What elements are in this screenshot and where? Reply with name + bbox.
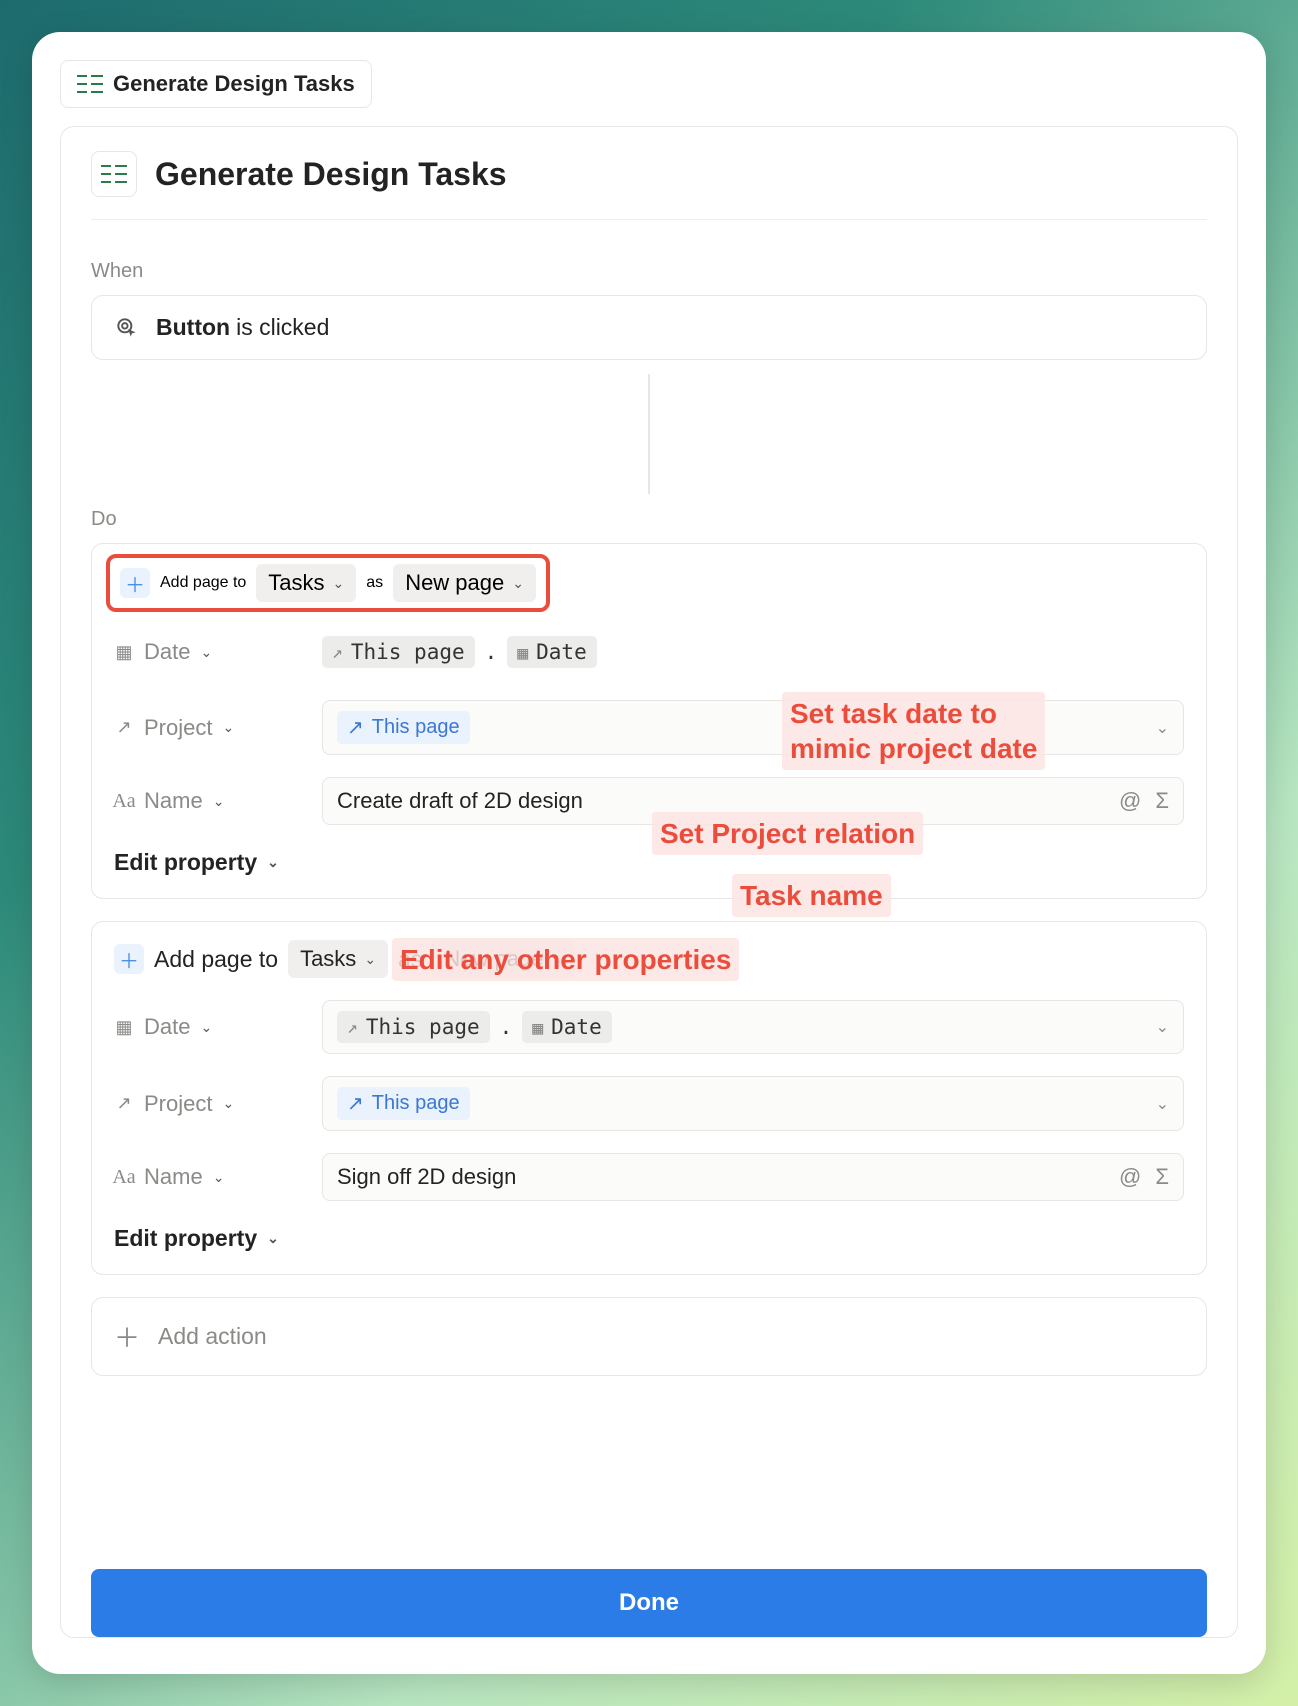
calendar-icon — [114, 642, 134, 663]
plus-icon: ＋ — [114, 1318, 140, 1355]
token-this-page: ↗ This page — [337, 1011, 490, 1043]
main-card: Generate Design Tasks When Buttonis clic… — [60, 126, 1238, 1638]
chevron-down-icon: ⌄ — [1156, 1017, 1169, 1037]
trigger-config[interactable]: Buttonis clicked — [91, 295, 1207, 360]
action-prefix: Add page to — [160, 574, 246, 592]
trigger-text: Buttonis clicked — [156, 314, 329, 341]
chevron-down-icon: ⌄ — [213, 793, 225, 810]
property-picker-date[interactable]: Date ⌄ — [114, 1014, 304, 1040]
automation-pill[interactable]: Generate Design Tasks — [60, 60, 372, 108]
section-do-label: Do — [91, 508, 1207, 531]
mention-icon[interactable]: @ — [1119, 788, 1141, 814]
page-mode-picker[interactable]: New page⌄ — [432, 940, 575, 978]
pill-label: Generate Design Tasks — [113, 71, 355, 97]
arrow-icon: ↗ — [332, 642, 343, 663]
property-row-project: ↗ Project ⌄ ↗ This page ⌄ — [114, 1076, 1184, 1131]
arrow-icon: ↗ — [347, 1017, 358, 1038]
dot-separator: . — [498, 1015, 515, 1039]
action-head: ＋ Add page to Tasks⌄ as New page⌄ — [114, 940, 1184, 978]
section-when-label: When — [91, 260, 1207, 283]
property-picker-name[interactable]: Aa Name ⌄ — [114, 788, 304, 814]
property-picker-project[interactable]: ↗ Project ⌄ — [114, 1091, 304, 1117]
action-card: ＋ Add page to Tasks⌄ as New page⌄ Date ⌄ — [91, 921, 1207, 1275]
chevron-down-icon: ⌄ — [333, 575, 345, 592]
add-action-button[interactable]: ＋ Add action — [91, 1297, 1207, 1376]
chevron-down-icon: ⌄ — [200, 644, 212, 661]
property-row-project: ↗ Project ⌄ ↗ This page ⌄ — [114, 700, 1184, 755]
calendar-icon — [517, 640, 528, 664]
annotation-highlight-box: ＋ Add page to Tasks⌄ as New page⌄ — [106, 554, 550, 612]
mention-icon[interactable]: @ — [1119, 1164, 1141, 1190]
arrow-icon: ↗ — [347, 715, 364, 740]
checklist-icon — [101, 163, 127, 185]
property-value-project[interactable]: ↗ This page ⌄ — [322, 700, 1184, 755]
chevron-down-icon: ⌄ — [551, 951, 563, 968]
database-picker[interactable]: Tasks⌄ — [256, 564, 356, 602]
page-mode-picker[interactable]: New page⌄ — [393, 564, 536, 602]
property-value-name[interactable]: @ Σ — [322, 1153, 1184, 1201]
chevron-down-icon: ⌄ — [200, 1019, 212, 1036]
chevron-down-icon: ⌄ — [213, 1169, 225, 1186]
checklist-icon — [77, 73, 103, 95]
token-this-page: ↗ This page — [322, 636, 475, 668]
connector-line — [648, 374, 650, 494]
property-value-date[interactable]: ↗ This page . Date ⌄ — [322, 1000, 1184, 1054]
token-date: Date — [522, 1011, 611, 1043]
done-button[interactable]: Done — [91, 1569, 1207, 1637]
chevron-down-icon: ⌄ — [1156, 1094, 1169, 1114]
dot-separator: . — [483, 640, 500, 664]
property-value-date[interactable]: ↗ This page . Date — [322, 626, 611, 678]
property-picker-date[interactable]: Date ⌄ — [114, 639, 304, 665]
chevron-down-icon: ⌄ — [267, 1230, 279, 1247]
input-trailing-icons: @ Σ — [1119, 1164, 1169, 1190]
property-value-name[interactable]: @ Σ — [322, 777, 1184, 825]
arrow-icon: ↗ — [347, 1091, 364, 1116]
property-picker-name[interactable]: Aa Name ⌄ — [114, 1164, 304, 1190]
token-this-page-relation: ↗ This page — [337, 711, 470, 744]
relation-icon: ↗ — [114, 717, 134, 738]
chevron-down-icon: ⌄ — [512, 575, 524, 592]
property-picker-project[interactable]: ↗ Project ⌄ — [114, 715, 304, 741]
formula-icon[interactable]: Σ — [1155, 1164, 1169, 1190]
action-prefix: Add page to — [154, 946, 278, 973]
property-row-date: Date ⌄ ↗ This page . Date — [114, 626, 1184, 678]
name-input[interactable] — [337, 788, 1111, 814]
plus-icon: ＋ — [114, 944, 144, 974]
title-row: Generate Design Tasks — [91, 151, 1207, 220]
property-row-name: Aa Name ⌄ @ Σ — [114, 777, 1184, 825]
action-as: as — [366, 574, 383, 592]
click-icon — [114, 315, 140, 341]
page-title: Generate Design Tasks — [155, 156, 507, 193]
relation-icon: ↗ — [114, 1093, 134, 1114]
chevron-down-icon: ⌄ — [267, 854, 279, 871]
database-picker[interactable]: Tasks⌄ — [288, 940, 388, 978]
chevron-down-icon: ⌄ — [1156, 718, 1169, 738]
property-value-project[interactable]: ↗ This page ⌄ — [322, 1076, 1184, 1131]
name-input[interactable] — [337, 1164, 1111, 1190]
text-icon: Aa — [114, 790, 134, 813]
calendar-icon — [114, 1017, 134, 1038]
property-row-date: Date ⌄ ↗ This page . Date ⌄ — [114, 1000, 1184, 1054]
action-as: as — [398, 946, 422, 973]
token-this-page-relation: ↗ This page — [337, 1087, 470, 1120]
edit-property-button[interactable]: Edit property ⌄ — [114, 1225, 279, 1252]
text-icon: Aa — [114, 1166, 134, 1189]
calendar-icon — [532, 1015, 543, 1039]
plus-icon: ＋ — [120, 568, 150, 598]
token-date: Date — [507, 636, 596, 668]
title-icon — [91, 151, 137, 197]
action-card: ＋ Add page to Tasks⌄ as New page⌄ Date ⌄ — [91, 543, 1207, 899]
property-row-name: Aa Name ⌄ @ Σ — [114, 1153, 1184, 1201]
edit-property-button[interactable]: Edit property ⌄ — [114, 849, 279, 876]
formula-icon[interactable]: Σ — [1155, 788, 1169, 814]
add-action-label: Add action — [158, 1323, 267, 1350]
automation-config-panel: Generate Design Tasks Generate Design Ta… — [32, 32, 1266, 1674]
chevron-down-icon: ⌄ — [222, 719, 234, 736]
chevron-down-icon: ⌄ — [222, 1095, 234, 1112]
chevron-down-icon: ⌄ — [364, 951, 376, 968]
input-trailing-icons: @ Σ — [1119, 788, 1169, 814]
